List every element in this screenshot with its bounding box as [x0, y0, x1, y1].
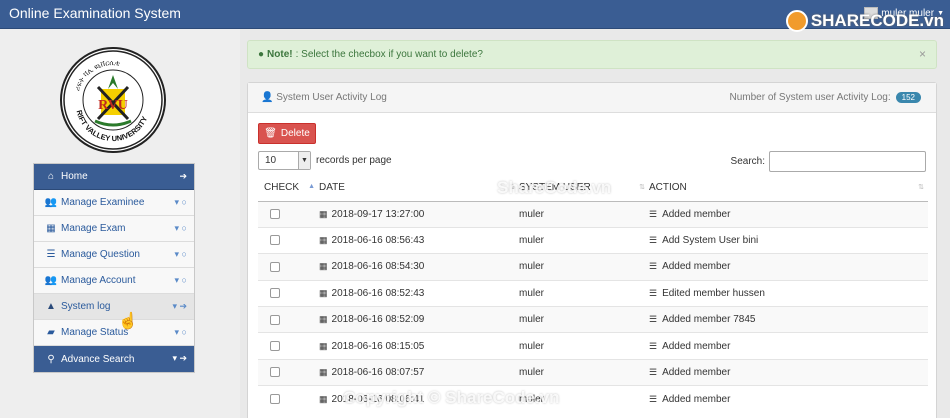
panel-title: 👤 System User Activity Log — [261, 92, 387, 103]
sidebar-item-label: Manage Examinee — [61, 197, 145, 208]
alert-text: : Select the checbox if you want to dele… — [295, 49, 483, 60]
calendar-icon: ▦ — [319, 208, 328, 219]
sidebar-item-label: Home — [61, 171, 88, 182]
sidebar-item-label: Advance Search — [61, 353, 135, 365]
sidebar-item-advance-search[interactable]: ⚲ Advance Search ▾ ➔ — [34, 346, 194, 372]
app-title[interactable]: Online Examination System — [9, 5, 181, 21]
list-icon: ☰ — [649, 393, 658, 404]
close-icon[interactable]: × — [919, 47, 926, 61]
calendar-icon: ▦ — [319, 287, 328, 298]
col-header-check[interactable]: CHECK ▲ — [258, 175, 319, 202]
sidebar: ሪፍት ቫሊ ዩኒቨርሲቲ RIFT VALLEY UNIVERSITY RVU… — [0, 29, 240, 418]
row-checkbox[interactable] — [270, 341, 280, 351]
calendar-icon: ▦ — [319, 340, 328, 351]
search-input[interactable] — [769, 151, 926, 172]
user-icon: 👤 — [261, 92, 274, 103]
watermark-bottom: Copyright © ShareCode.vn — [343, 388, 560, 407]
info-icon: ● — [258, 49, 265, 60]
trash-icon: 🗑 — [264, 128, 277, 139]
row-checkbox[interactable] — [270, 394, 280, 405]
panel-header: 👤 System User Activity Log Number of Sys… — [248, 83, 936, 113]
list-icon: ☰ — [649, 340, 658, 351]
list-icon: ☰ — [649, 367, 658, 378]
records-per-page-select[interactable]: 10 ▼ — [258, 151, 311, 170]
sharecode-logo: SHARECODE.vn — [785, 10, 944, 32]
list-icon: ☰ — [649, 287, 658, 298]
university-logo: ሪፍት ቫሊ ዩኒቨርሲቲ RIFT VALLEY UNIVERSITY RVU — [60, 47, 166, 153]
caret-circle-icon: ▾ ○ — [174, 223, 187, 233]
watermark-center: ShareCode.vn — [497, 178, 612, 197]
sidebar-item-manage-account[interactable]: 👥 Manage Account ▾ ○ — [34, 268, 194, 294]
sidebar-menu: ⌂ Home ➔ 👥 Manage Examinee ▾ ○ ▦ Manage … — [33, 163, 195, 373]
delete-button[interactable]: 🗑 Delete — [258, 123, 316, 144]
sidebar-item-label: Manage Exam — [61, 223, 126, 234]
table-row: ▦ 2018-06-16 08:52:09 muler ☰ Added member… — [258, 306, 928, 333]
table-row: ▦ 2018-06-16 08:52:43 muler ☰ Edited membe… — [258, 279, 928, 307]
sidebar-item-manage-question[interactable]: ☰ Manage Question ▾ ○ — [34, 242, 194, 268]
row-checkbox[interactable] — [270, 314, 280, 325]
users-icon: 👥 — [44, 275, 58, 286]
caret-circle-icon: ▾ ➔ — [172, 353, 187, 363]
row-checkbox[interactable] — [270, 367, 280, 378]
sidebar-item-label: Manage Question — [61, 249, 140, 260]
calendar-icon: ▦ — [319, 393, 328, 404]
list-icon: ☰ — [46, 249, 56, 260]
caret-circle-icon: ▾ ➔ — [172, 301, 187, 311]
book-icon: ▰ — [47, 327, 55, 338]
table-row: ▦ 2018-09-17 13:27:00 muler ☰ Added member — [258, 200, 928, 228]
note-alert: ● Note! : Select the checbox if you want… — [247, 40, 937, 69]
sidebar-item-label: System log — [61, 301, 111, 312]
chevron-down-icon: ▼ — [298, 152, 310, 169]
circle-arrow-right-icon: ➔ — [179, 171, 187, 181]
activity-table: CHECK ▲ DATE ⇅ SYSTEM USER ⇅ ACTION ⇅ ▦ 2018-… — [258, 175, 928, 413]
sort-icon: ⇅ — [918, 184, 924, 191]
mouse-cursor-icon: ☝ — [118, 313, 138, 330]
count-badge: 152 — [895, 92, 921, 103]
calendar-icon: ▦ — [319, 261, 328, 272]
row-checkbox[interactable] — [270, 261, 280, 272]
warning-icon: ▲ — [46, 301, 56, 312]
search: Search: — [731, 151, 926, 172]
list-icon: ☰ — [649, 314, 658, 325]
logo-initials: RVU — [98, 98, 128, 113]
records-per-page: 10 ▼ records per page — [258, 151, 392, 170]
caret-circle-icon: ▾ ○ — [174, 275, 187, 285]
home-icon: ⌂ — [47, 171, 55, 182]
sidebar-item-manage-examinee[interactable]: 👥 Manage Examinee ▾ ○ — [34, 190, 194, 216]
calendar-icon: ▦ — [319, 314, 328, 325]
row-checkbox[interactable] — [270, 235, 280, 246]
sidebar-item-home[interactable]: ⌂ Home ➔ — [34, 164, 194, 190]
sharecode-logo-icon — [785, 10, 808, 32]
row-checkbox[interactable] — [270, 288, 280, 299]
col-header-date[interactable]: DATE ⇅ — [319, 175, 519, 202]
list-icon: ☰ — [649, 261, 658, 272]
search-icon: ⚲ — [47, 353, 55, 365]
sort-icon: ⇅ — [639, 184, 645, 191]
sidebar-item-manage-status[interactable]: ▰ Manage Status ▾ ○ — [34, 320, 194, 346]
sort-asc-icon: ▲ — [308, 183, 315, 190]
sidebar-item-system-log[interactable]: ▲ System log ▾ ➔ — [34, 294, 194, 320]
caret-circle-icon: ▾ ○ — [174, 327, 187, 337]
table-row: ▦ 2018-06-16 08:15:05 muler ☰ Added member — [258, 332, 928, 360]
caret-circle-icon: ▾ ○ — [174, 249, 187, 259]
log-count: Number of System user Activity Log: 152 — [729, 92, 921, 103]
calendar-icon: ▦ — [319, 367, 328, 378]
list-icon: ☰ — [649, 235, 658, 246]
grid-icon: ▦ — [46, 223, 56, 234]
table-row: ▦ 2018-06-16 08:54:30 muler ☰ Added member — [258, 253, 928, 281]
table-row: ▦ 2018-06-16 08:07:57 muler ☰ Added member — [258, 358, 928, 386]
users-icon: 👥 — [44, 197, 58, 208]
sidebar-item-label: Manage Account — [61, 275, 136, 286]
calendar-icon: ▦ — [319, 235, 328, 246]
caret-circle-icon: ▾ ○ — [174, 197, 187, 207]
sidebar-item-manage-exam[interactable]: ▦ Manage Exam ▾ ○ — [34, 216, 194, 242]
alert-bold: Note! — [267, 49, 293, 60]
activity-log-panel: 👤 System User Activity Log Number of Sys… — [247, 82, 937, 418]
row-checkbox[interactable] — [270, 209, 280, 220]
list-icon: ☰ — [649, 208, 658, 219]
col-header-action[interactable]: ACTION ⇅ — [649, 175, 928, 202]
table-row: ▦ 2018-06-16 08:56:43 muler ☰ Add System U… — [258, 226, 928, 254]
